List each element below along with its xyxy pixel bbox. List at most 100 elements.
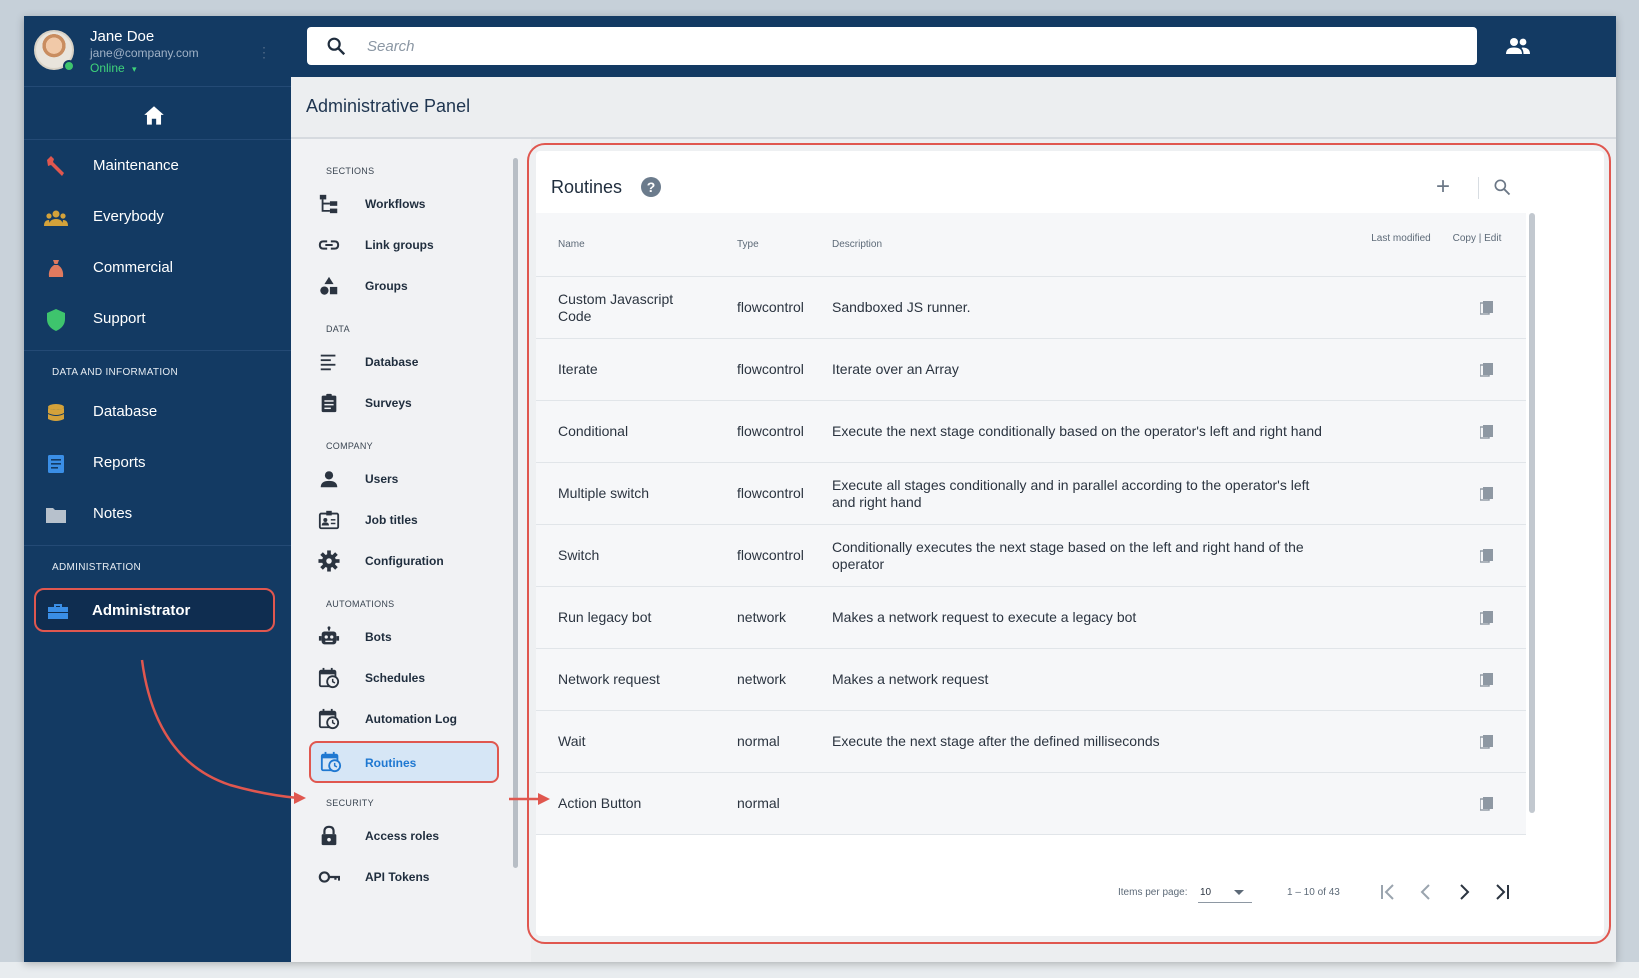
sidebar-item-notes[interactable]: Notes	[24, 490, 291, 540]
more-vert-icon[interactable]: ⋮	[257, 44, 271, 61]
table-scrollbar[interactable]	[1529, 213, 1535, 813]
sidebar-item-support[interactable]: Support	[24, 295, 291, 345]
copy-icon[interactable]	[1480, 611, 1494, 626]
sidebar-item-everybody[interactable]: Everybody	[24, 193, 291, 243]
toolbox-icon	[48, 604, 68, 619]
wrench-icon	[47, 156, 64, 176]
column-header-name[interactable]: Name	[558, 239, 585, 250]
sidebar-item-reports[interactable]: Reports	[24, 439, 291, 489]
copy-icon[interactable]	[1480, 673, 1494, 688]
row-description: Makes a network request to execute a leg…	[832, 609, 1137, 625]
submenu-item-access-roles[interactable]: Access roles	[315, 818, 505, 854]
table-row[interactable]: Action Button normal	[536, 773, 1526, 835]
copy-icon[interactable]	[1480, 487, 1494, 502]
next-page-icon[interactable]	[1452, 880, 1476, 904]
table-row[interactable]: Switch flowcontrol Conditionally execute…	[536, 525, 1526, 587]
submenu-item-routines[interactable]: Routines	[309, 741, 499, 783]
page-title: Administrative Panel	[306, 96, 471, 116]
submenu-item-bots[interactable]: Bots	[315, 619, 505, 655]
submenu-item-groups[interactable]: Groups	[315, 268, 505, 304]
row-type: flowcontrol	[737, 361, 804, 377]
previous-page-icon[interactable]	[1414, 880, 1438, 904]
row-type: network	[737, 609, 787, 625]
submenu-section-label: SECURITY	[326, 798, 374, 808]
submenu-item-label: Routines	[365, 756, 417, 770]
row-description: Makes a network request	[832, 671, 989, 687]
sidebar: Jane Doe jane@company.com Online ▾ ⋮ Mai…	[24, 16, 291, 962]
table-row[interactable]: Wait normal Execute the next stage after…	[536, 711, 1526, 773]
column-header-description[interactable]: Description	[832, 239, 882, 250]
row-type: flowcontrol	[737, 547, 804, 563]
add-icon[interactable]: +	[1436, 175, 1450, 199]
submenu-item-configuration[interactable]: Configuration	[315, 543, 505, 579]
submenu-item-surveys[interactable]: Surveys	[315, 385, 505, 421]
calendar-clock-icon	[318, 708, 340, 730]
user-status-dropdown[interactable]: Online ▾	[90, 61, 137, 75]
sidebar-item-maintenance[interactable]: Maintenance	[24, 142, 291, 192]
copy-icon[interactable]	[1480, 363, 1494, 378]
submenu-item-label: Groups	[365, 279, 408, 293]
table-row[interactable]: Network request network Makes a network …	[536, 649, 1526, 711]
submenu-item-database[interactable]: Database	[315, 344, 505, 380]
first-page-icon[interactable]	[1376, 880, 1400, 904]
column-header-type[interactable]: Type	[737, 239, 759, 250]
submenu-item-label: Workflows	[365, 197, 426, 211]
sidebar-item-label: Reports	[93, 454, 146, 471]
submenu-item-label: Access roles	[365, 829, 440, 843]
user-email: jane@company.com	[90, 46, 199, 60]
submenu-scrollbar[interactable]	[513, 158, 518, 868]
submenu-item-label: Automation Log	[365, 712, 457, 726]
copy-icon[interactable]	[1480, 549, 1494, 564]
people-icon[interactable]	[1505, 34, 1531, 58]
sidebar-item-label: Commercial	[93, 259, 174, 276]
row-type: network	[737, 671, 787, 687]
user-name: Jane Doe	[90, 28, 155, 45]
search-bar[interactable]	[307, 27, 1477, 65]
user-profile[interactable]: Jane Doe jane@company.com Online ▾ ⋮	[24, 16, 291, 88]
submenu-item-label: Surveys	[365, 396, 412, 410]
table-row[interactable]: Iterate flowcontrol Iterate over an Arra…	[536, 339, 1526, 401]
submenu-item-link-groups[interactable]: Link groups	[315, 227, 505, 263]
help-icon[interactable]: ?	[641, 177, 661, 197]
table-row[interactable]: Custom Javascript Code flowcontrol Sandb…	[536, 277, 1526, 339]
sidebar-item-label: Database	[93, 403, 158, 420]
row-type: normal	[737, 733, 780, 749]
copy-icon[interactable]	[1480, 301, 1494, 316]
row-name: Run legacy bot	[558, 609, 652, 625]
page-range: 1 – 10 of 43	[1287, 887, 1340, 898]
search-input[interactable]	[367, 27, 1457, 65]
copy-icon[interactable]	[1480, 797, 1494, 812]
divider	[24, 86, 291, 87]
column-header-last-modified[interactable]: Last modified	[1366, 233, 1436, 245]
badge-icon	[318, 510, 340, 530]
search-icon[interactable]	[1492, 177, 1512, 197]
key-icon	[318, 871, 340, 883]
money-bag-icon	[48, 260, 64, 277]
table-row[interactable]: Multiple switch flowcontrol Execute all …	[536, 463, 1526, 525]
row-name: Wait	[558, 733, 586, 749]
sidebar-item-administrator[interactable]: Administrator	[34, 588, 275, 632]
submenu-section-label: SECTIONS	[326, 166, 375, 176]
copy-icon[interactable]	[1480, 735, 1494, 750]
table-row[interactable]: Conditional flowcontrol Execute the next…	[536, 401, 1526, 463]
submenu-item-workflows[interactable]: Workflows	[315, 186, 505, 222]
table-row[interactable]: Run legacy bot network Makes a network r…	[536, 587, 1526, 649]
last-page-icon[interactable]	[1490, 880, 1514, 904]
copy-icon[interactable]	[1480, 425, 1494, 440]
submenu-item-schedules[interactable]: Schedules	[315, 660, 505, 696]
home-icon[interactable]	[141, 103, 167, 129]
submenu-item-api-tokens[interactable]: API Tokens	[315, 859, 505, 895]
sidebar-item-database[interactable]: Database	[24, 388, 291, 438]
submenu-item-job-titles[interactable]: Job titles	[315, 502, 505, 538]
sidebar-item-commercial[interactable]: Commercial	[24, 244, 291, 294]
top-bar	[291, 16, 1616, 77]
submenu-item-users[interactable]: Users	[315, 461, 505, 497]
sidebar-item-label: Maintenance	[93, 157, 179, 174]
items-per-page-select[interactable]: 10	[1198, 881, 1252, 903]
row-description: Conditionally executes the next stage ba…	[832, 539, 1304, 572]
sidebar-section-label: ADMINISTRATION	[52, 562, 142, 573]
user-status-label: Online	[90, 61, 125, 75]
divider	[24, 139, 291, 140]
submenu-section-label: COMPANY	[326, 441, 373, 451]
submenu-item-automation-log[interactable]: Automation Log	[315, 701, 505, 737]
